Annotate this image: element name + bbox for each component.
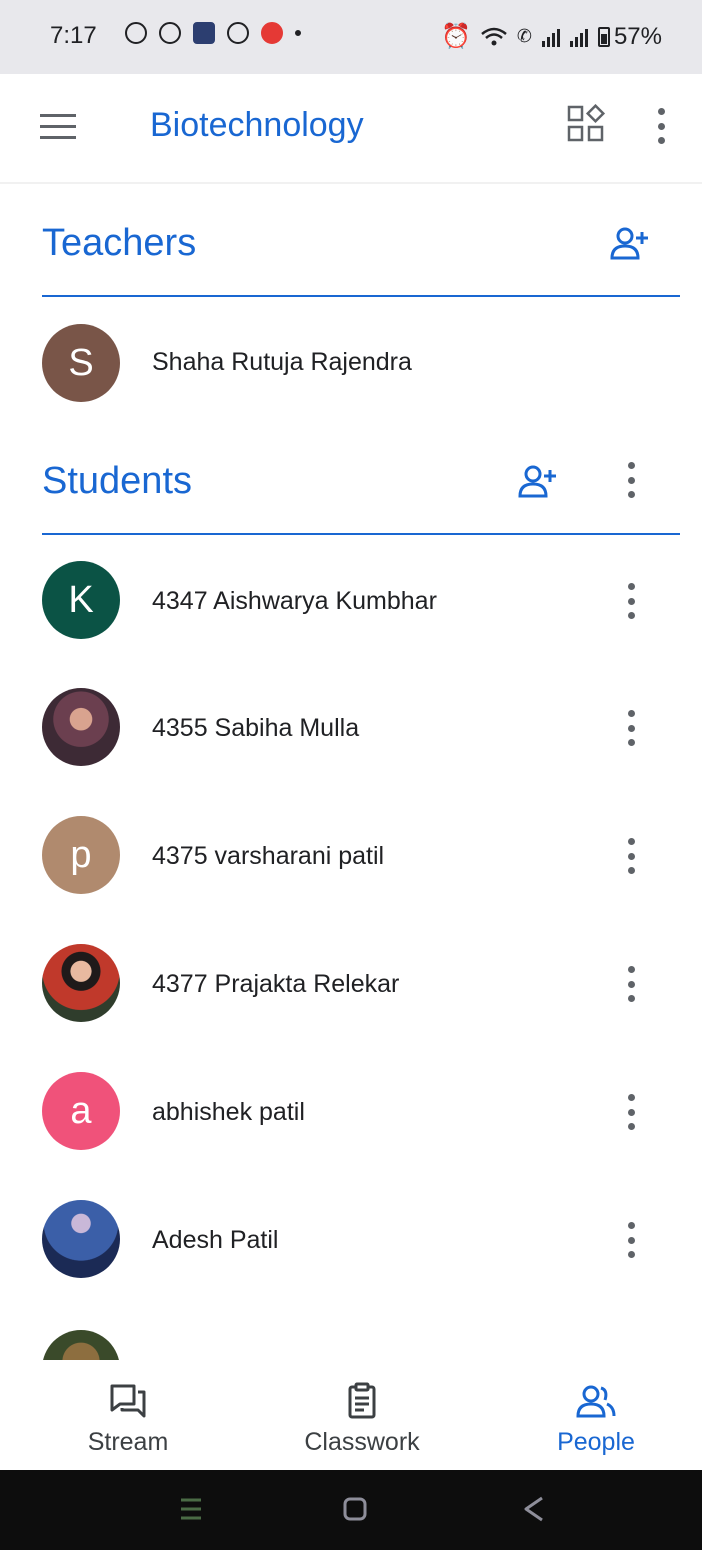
notification-icons	[125, 22, 301, 44]
students-divider	[42, 533, 680, 535]
status-bar: 7:17 ⏰ ✆ 57%	[0, 0, 702, 74]
student-row-partial[interactable]	[0, 1320, 702, 1360]
avatar: a	[42, 1072, 120, 1150]
avatar-photo	[42, 1200, 120, 1278]
nav-stream[interactable]: Stream	[28, 1360, 228, 1470]
student-name: 4377 Prajakta Relekar	[152, 970, 400, 998]
more-notifications-icon	[295, 30, 301, 36]
drive-icon	[193, 22, 215, 44]
app-notification-icon	[159, 22, 181, 44]
avatar-photo	[42, 688, 120, 766]
student-name: 4375 varsharani patil	[152, 842, 385, 870]
jio-icon	[261, 22, 283, 44]
nav-people[interactable]: People	[496, 1360, 696, 1470]
alarm-icon: ⏰	[440, 23, 471, 50]
facebook-icon	[227, 22, 249, 44]
student-name: 4355 Sabiha Mulla	[152, 714, 360, 742]
status-time: 7:17	[50, 22, 97, 49]
back-icon[interactable]	[520, 1494, 546, 1524]
wifi-icon	[481, 27, 507, 45]
stream-icon	[110, 1384, 146, 1418]
invite-teacher-icon[interactable]	[610, 224, 650, 264]
signal-icon	[541, 27, 560, 47]
bottom-navigation: Stream Classwork People	[0, 1360, 702, 1470]
nav-stream-label: Stream	[87, 1428, 169, 1456]
student-row[interactable]: 4377 Prajakta Relekar	[0, 928, 702, 1038]
recents-icon[interactable]	[178, 1494, 204, 1524]
class-title: Biotechnology	[150, 106, 364, 144]
student-row[interactable]: p 4375 varsharani patil	[0, 800, 702, 910]
system-status-icons: ⏰ ✆ 57%	[441, 22, 662, 51]
student-row[interactable]: Adesh Patil	[0, 1184, 702, 1294]
teachers-divider	[42, 295, 680, 297]
student-row[interactable]: a abhishek patil	[0, 1056, 702, 1166]
nav-classwork-label: Classwork	[304, 1428, 420, 1456]
avatar: K	[42, 561, 120, 639]
app-bar: Biotechnology	[0, 74, 702, 184]
student-more-icon[interactable]	[625, 838, 637, 874]
battery-icon	[597, 26, 610, 47]
app-bar-divider	[0, 182, 702, 184]
students-more-icon[interactable]	[625, 462, 637, 498]
people-icon	[576, 1385, 616, 1418]
teacher-name: Shaha Rutuja Rajendra	[152, 348, 412, 376]
student-more-icon[interactable]	[625, 710, 637, 746]
menu-icon[interactable]	[40, 114, 76, 140]
whatsapp-icon	[125, 22, 147, 44]
classwork-icon	[348, 1382, 376, 1419]
battery-level: 57%	[613, 22, 662, 50]
more-vert-icon[interactable]	[655, 108, 667, 144]
student-name: 4347 Aishwarya Kumbhar	[152, 587, 437, 615]
nav-people-label: People	[557, 1428, 635, 1456]
avatar: S	[42, 324, 120, 402]
nav-classwork[interactable]: Classwork	[262, 1360, 462, 1470]
avatar-photo	[42, 1330, 120, 1360]
student-more-icon[interactable]	[625, 966, 637, 1002]
student-more-icon[interactable]	[625, 1222, 637, 1258]
student-more-icon[interactable]	[625, 1094, 637, 1130]
teacher-row[interactable]: S Shaha Rutuja Rajendra	[0, 308, 702, 418]
home-icon[interactable]	[340, 1494, 370, 1524]
invite-student-icon[interactable]	[518, 462, 558, 502]
student-name: Adesh Patil	[152, 1226, 279, 1254]
volte-call-icon: ✆	[516, 26, 532, 46]
avatar: p	[42, 816, 120, 894]
student-more-icon[interactable]	[625, 583, 637, 619]
teachers-heading: Teachers	[42, 222, 197, 264]
student-row[interactable]: K 4347 Aishwarya Kumbhar	[0, 545, 702, 655]
system-navigation-bar	[0, 1470, 702, 1550]
class-code-icon[interactable]	[566, 104, 606, 144]
students-heading: Students	[42, 460, 192, 502]
student-row[interactable]: 4355 Sabiha Mulla	[0, 672, 702, 782]
student-name: abhishek patil	[152, 1098, 305, 1126]
signal-icon-2	[569, 27, 588, 47]
avatar-photo	[42, 944, 120, 1022]
